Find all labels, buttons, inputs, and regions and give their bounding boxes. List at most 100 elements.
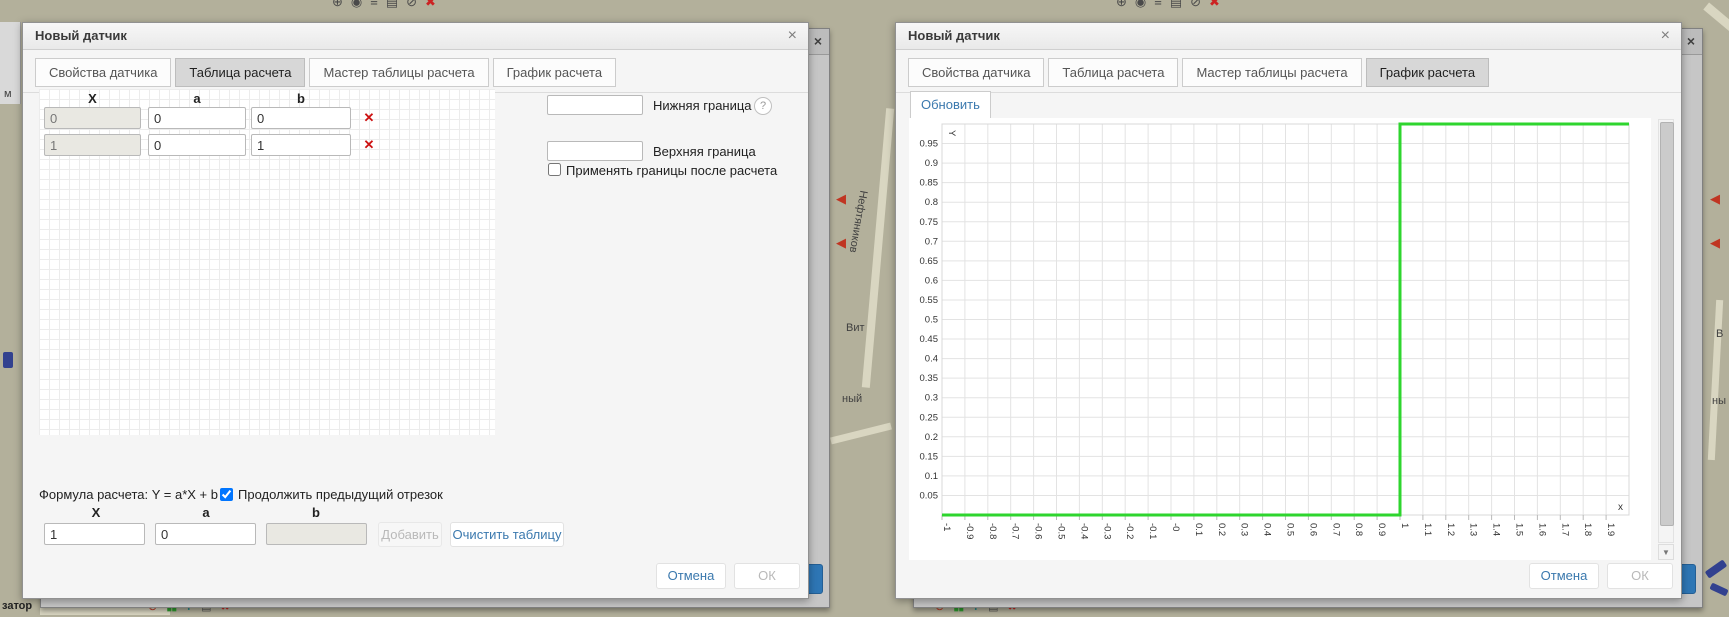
row1-delete-icon[interactable]: ✕ (361, 110, 377, 126)
svg-text:0.3: 0.3 (1239, 523, 1250, 536)
dialog-titlebar[interactable]: Новый датчик × (896, 23, 1681, 50)
tab-calc-graph[interactable]: График расчета (1366, 58, 1489, 87)
tool-icon[interactable]: ⊘ (1190, 0, 1201, 10)
svg-text:1.8: 1.8 (1582, 523, 1593, 536)
tool-icon[interactable]: ⊕ (1116, 0, 1127, 10)
tool-icon[interactable]: ▤ (386, 0, 398, 10)
col-header-a: a (148, 91, 246, 106)
svg-text:0.1: 0.1 (1193, 523, 1204, 536)
tab-calc-table[interactable]: Таблица расчета (175, 58, 305, 87)
tab-calc-graph[interactable]: График расчета (493, 58, 616, 87)
refresh-tab[interactable]: Обновить (910, 91, 991, 119)
svg-text:0.5: 0.5 (1285, 523, 1296, 536)
row1-x-input (44, 107, 141, 129)
svg-text:0.05: 0.05 (920, 490, 939, 501)
svg-text:1.3: 1.3 (1468, 523, 1479, 536)
svg-text:0.2: 0.2 (1216, 523, 1227, 536)
tool-icon[interactable]: ⊘ (406, 0, 417, 10)
upper-bound-label: Верхняя граница (653, 144, 756, 159)
map-road (1708, 300, 1723, 460)
formula-label: Формула расчета: Y = a*X + b (39, 487, 218, 502)
apply-bounds-checkbox[interactable] (548, 163, 561, 176)
map-poi-fragment (3, 352, 13, 368)
col-header-x: X (44, 91, 141, 106)
svg-text:-0: -0 (1170, 523, 1181, 531)
row2-delete-icon[interactable]: ✕ (361, 137, 377, 153)
map-poi-fragment (1705, 559, 1728, 578)
svg-text:0.8: 0.8 (925, 197, 938, 208)
svg-text:-0.1: -0.1 (1147, 523, 1158, 539)
tool-icon[interactable]: ◉ (351, 0, 362, 10)
svg-text:0.6: 0.6 (925, 275, 938, 286)
dialog-title: Новый датчик (908, 28, 1000, 43)
tool-icon[interactable]: ◉ (1135, 0, 1146, 10)
map-marker-icon: ◀ (836, 192, 846, 205)
ok-button[interactable]: ОК (1607, 563, 1673, 589)
svg-text:0.3: 0.3 (925, 393, 938, 404)
svg-text:x: x (1618, 502, 1623, 513)
svg-text:-0.2: -0.2 (1124, 523, 1135, 539)
tool-icon[interactable]: ≡ (370, 0, 378, 9)
svg-text:0.9: 0.9 (1376, 523, 1387, 536)
new-row-header-a: a (156, 505, 256, 520)
svg-text:-0.4: -0.4 (1078, 523, 1089, 539)
svg-text:0.75: 0.75 (920, 217, 939, 228)
svg-text:-0.7: -0.7 (1010, 523, 1021, 539)
close-icon[interactable]: × (814, 33, 822, 49)
map-label: Вит (846, 322, 865, 334)
map-marker-icon: ◀ (836, 236, 846, 249)
tab-calc-table-wizard[interactable]: Мастер таблицы расчета (309, 58, 488, 87)
row2-a-input[interactable] (148, 134, 246, 156)
help-icon[interactable]: ? (754, 97, 772, 115)
scrollbar-track[interactable] (1658, 119, 1674, 543)
svg-text:Y: Y (946, 130, 957, 137)
cancel-button[interactable]: Отмена (656, 563, 726, 589)
close-icon[interactable]: × (788, 23, 797, 49)
col-header-b: b (251, 91, 351, 106)
close-tool-icon[interactable]: ✖ (425, 0, 436, 10)
map-marker-icon: ◀ (1710, 192, 1720, 205)
tab-calc-table[interactable]: Таблица расчета (1048, 58, 1178, 87)
dialog-new-sensor-table: Новый датчик × Свойства датчикаТаблица р… (22, 22, 809, 599)
svg-text:1: 1 (1399, 523, 1410, 528)
lower-bound-input[interactable] (547, 95, 643, 115)
dialog-titlebar[interactable]: Новый датчик × (23, 23, 808, 50)
lower-bound-label: Нижняя граница (653, 98, 752, 113)
add-row-button[interactable]: Добавить (378, 522, 442, 547)
close-icon[interactable]: × (1687, 33, 1695, 49)
row2-b-input[interactable] (251, 134, 351, 156)
map-label-bottom: затор (2, 600, 32, 612)
tool-icon[interactable]: ▤ (1170, 0, 1182, 10)
close-icon[interactable]: × (1661, 23, 1670, 49)
svg-text:0.45: 0.45 (920, 334, 939, 345)
ok-button[interactable]: ОК (734, 563, 800, 589)
apply-bounds-label: Применять границы после расчета (566, 163, 777, 178)
tool-icon[interactable]: ⊕ (332, 0, 343, 10)
scroll-down-icon[interactable]: ▼ (1658, 544, 1674, 560)
svg-text:0.65: 0.65 (920, 256, 939, 267)
row1-b-input[interactable] (251, 107, 351, 129)
map-street-name: Нефтяников (847, 189, 870, 253)
new-x-input[interactable] (44, 523, 145, 545)
close-tool-icon[interactable]: ✖ (1209, 0, 1220, 10)
new-a-input[interactable] (155, 523, 256, 545)
clear-table-button[interactable]: Очистить таблицу (450, 522, 564, 547)
map-label: м (4, 88, 12, 100)
row1-a-input[interactable] (148, 107, 246, 129)
map-toolbar-fragment: ⊕ ◉ ≡ ▤ ⊘ ✖ (328, 0, 466, 13)
svg-text:0.15: 0.15 (920, 451, 939, 462)
map-toolbar-fragment: ⊕ ◉ ≡ ▤ ⊘ ✖ (1112, 0, 1250, 13)
svg-text:1.7: 1.7 (1559, 523, 1570, 536)
svg-text:-1: -1 (941, 523, 952, 531)
svg-text:0.4: 0.4 (1262, 523, 1273, 536)
tab-sensor-properties[interactable]: Свойства датчика (908, 58, 1044, 87)
tab-calc-table-wizard[interactable]: Мастер таблицы расчета (1182, 58, 1361, 87)
upper-bound-input[interactable] (547, 141, 643, 161)
continue-segment-checkbox[interactable] (220, 488, 233, 501)
tool-icon[interactable]: ≡ (1154, 0, 1162, 9)
tab-sensor-properties[interactable]: Свойства датчика (35, 58, 171, 87)
new-row-header-x: X (46, 505, 146, 520)
cancel-button[interactable]: Отмена (1529, 563, 1599, 589)
tab-strip: Свойства датчикаТаблица расчетаМастер та… (23, 50, 808, 93)
scrollbar-thumb[interactable] (1660, 122, 1674, 526)
